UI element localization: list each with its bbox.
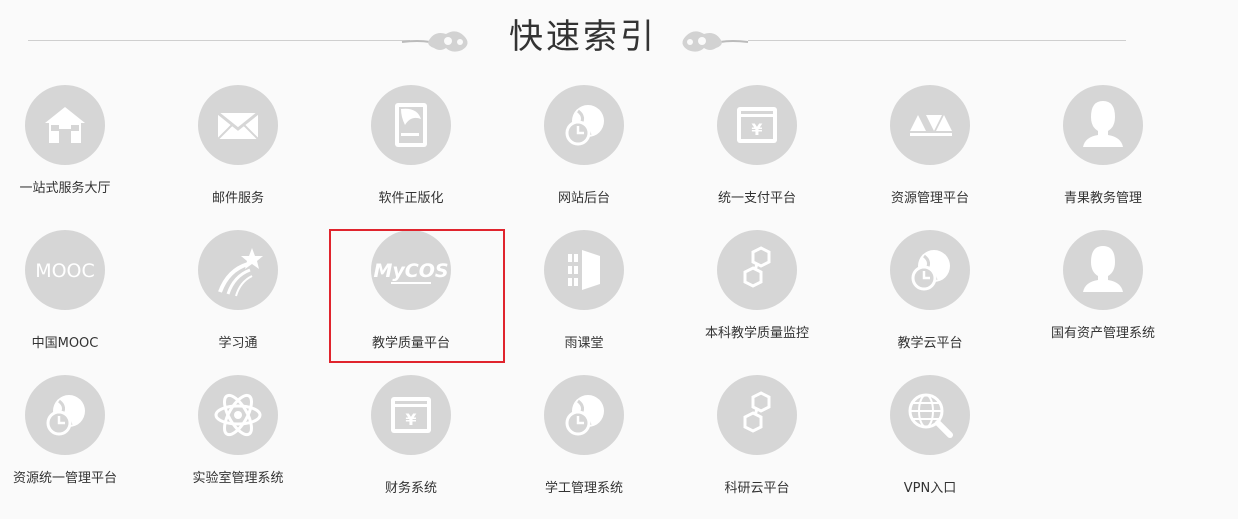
header-divider-left — [28, 40, 410, 41]
quick-link-item[interactable]: 实验室管理系统 — [158, 375, 318, 515]
shooting-star-icon — [198, 230, 278, 310]
quick-link-label: 中国MOOC — [31, 336, 99, 351]
selected-item-highlight — [329, 229, 505, 363]
quick-link-item[interactable]: 学工管理系统 — [504, 375, 664, 515]
envelope-icon — [198, 85, 278, 165]
atom-icon — [198, 375, 278, 455]
globe-search-icon — [890, 375, 970, 455]
quick-link-label: 国有资产管理系统 — [1050, 326, 1155, 341]
page-title: 快速索引 — [509, 17, 657, 57]
globe-clock-icon — [544, 375, 624, 455]
quick-link-label: 网站后台 — [557, 191, 610, 206]
quick-link-item[interactable]: 科研云平台 — [677, 375, 837, 515]
header-divider-right — [748, 40, 1126, 41]
quick-link-item[interactable]: 网站后台 — [504, 85, 664, 225]
quick-link-label: 统一支付平台 — [717, 191, 796, 206]
quick-link-item[interactable]: 软件正版化 — [331, 85, 491, 225]
quick-link-label: 一站式服务大厅 — [19, 181, 111, 196]
quick-link-item[interactable]: VPN入口 — [850, 375, 1010, 515]
quick-link-label: 学工管理系统 — [544, 481, 623, 496]
quick-link-item[interactable]: ¥ 统一支付平台 — [677, 85, 837, 225]
globe-clock-icon — [890, 230, 970, 310]
section-header: 快速索引 — [0, 0, 1238, 80]
quick-link-label: 学习通 — [218, 336, 258, 351]
globe-clock-icon — [25, 375, 105, 455]
svg-text:¥: ¥ — [405, 410, 416, 429]
quick-link-item[interactable]: 学习通 — [158, 230, 318, 370]
quick-link-item[interactable]: 资源管理平台 — [850, 85, 1010, 225]
quick-link-label: 软件正版化 — [378, 191, 444, 206]
quick-link-label: VPN入口 — [903, 481, 957, 496]
house-icon — [25, 85, 105, 165]
quick-link-label: 实验室管理系统 — [192, 471, 284, 486]
quick-link-item[interactable]: 一站式服务大厅 — [0, 85, 145, 225]
quick-link-item[interactable]: 教学云平台 — [850, 230, 1010, 370]
mooc-text-icon: MOOC — [25, 230, 105, 310]
quick-link-item[interactable]: 本科教学质量监控 — [677, 230, 837, 370]
user-silhouette-icon — [1063, 85, 1143, 165]
yen-wallet-icon: ¥ — [717, 85, 797, 165]
svg-text:¥: ¥ — [751, 120, 762, 139]
quick-link-item[interactable]: 资源统一管理平台 — [0, 375, 145, 515]
quick-link-label: 雨课堂 — [564, 336, 604, 351]
cloud-ornament-icon — [682, 31, 749, 52]
yen-wallet-icon: ¥ — [371, 375, 451, 455]
quick-link-label: 财务系统 — [384, 481, 437, 496]
quick-link-label: 科研云平台 — [724, 481, 790, 496]
quick-link-label: 教学云平台 — [897, 336, 963, 351]
rain-classroom-icon — [544, 230, 624, 310]
quick-link-item[interactable]: 邮件服务 — [158, 85, 318, 225]
cloud-ornament-icon — [401, 31, 468, 52]
hexagon-chain-icon — [717, 375, 797, 455]
quick-link-label: 邮件服务 — [211, 191, 264, 206]
quick-link-item[interactable]: 青果教务管理 — [1023, 85, 1183, 225]
ava-logo-icon — [890, 85, 970, 165]
quick-link-label: 青果教务管理 — [1063, 191, 1142, 206]
quick-link-label: 资源管理平台 — [890, 191, 969, 206]
quick-link-item[interactable]: MOOC 中国MOOC — [0, 230, 145, 370]
hexagon-chain-icon — [717, 230, 797, 310]
quick-link-label: 本科教学质量监控 — [704, 326, 809, 341]
quick-link-item[interactable]: 国有资产管理系统 — [1023, 230, 1183, 370]
quick-link-label: 资源统一管理平台 — [12, 471, 117, 486]
svg-text:MOOC: MOOC — [35, 260, 95, 282]
quick-link-item[interactable]: 雨课堂 — [504, 230, 664, 370]
quick-link-item[interactable]: ¥ 财务系统 — [331, 375, 491, 515]
user-silhouette-icon — [1063, 230, 1143, 310]
globe-clock-icon — [544, 85, 624, 165]
software-icon — [371, 85, 451, 165]
